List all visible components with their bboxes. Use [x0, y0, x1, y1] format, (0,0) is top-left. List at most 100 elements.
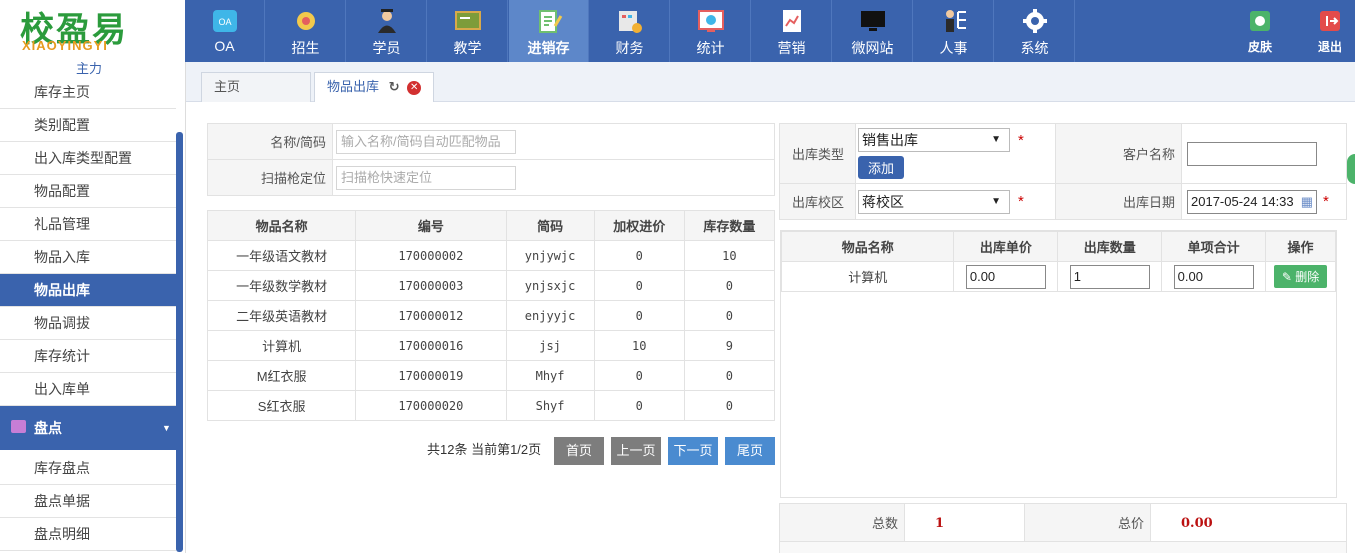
microsite-icon	[860, 11, 885, 31]
unit-price-input[interactable]: 0.00	[965, 264, 1046, 289]
prev-page-button[interactable]: 上一页	[611, 437, 661, 465]
table-cell: S红衣服	[206, 390, 357, 421]
nav-label: OA	[214, 38, 235, 54]
scan-label: 扫描枪定位	[207, 159, 333, 196]
campus-label: 出库校区	[779, 183, 856, 220]
table-row[interactable]: M红衣服 170000019 Mhyf 0 0	[206, 360, 776, 391]
table-cell: 0	[593, 240, 685, 271]
add-button[interactable]: 添加	[858, 156, 905, 179]
inventory-icon	[538, 10, 562, 33]
summary-row: 总数 1 总价 0.00	[779, 503, 1347, 542]
nav-finance[interactable]: 财务	[590, 0, 670, 62]
table-cell: 10	[683, 240, 776, 271]
nav-oa[interactable]: OA OA	[185, 0, 265, 62]
logout-icon	[1320, 11, 1340, 31]
table-cell: 170000003	[355, 270, 507, 301]
table-cell: 0	[593, 390, 685, 421]
column-header: 简码	[505, 210, 595, 241]
scan-input[interactable]: 扫描枪快速定位	[336, 165, 516, 190]
tab-goods-out[interactable]: 物品出库 ↻ ✕	[314, 72, 435, 103]
table-cell: enjyyjc	[505, 300, 595, 331]
nav-system[interactable]: 系统	[995, 0, 1075, 62]
nav-microsite[interactable]: 微网站	[833, 0, 913, 62]
sidebar-scrollbar[interactable]	[176, 132, 183, 552]
subtotal-input[interactable]: 0.00	[1173, 264, 1254, 289]
delete-button[interactable]: ✎ 删除	[1273, 265, 1328, 288]
table-row[interactable]: 一年级数学教材 170000003 ynjsxjc 0 0	[206, 270, 776, 301]
next-page-button[interactable]: 下一页	[668, 437, 718, 465]
table-cell: ynjsxjc	[505, 270, 595, 301]
nav-inventory[interactable]: 进销存	[509, 0, 589, 62]
outbound-form: 出库类型 销售出库 ▼ * 添加 客户名称 出库校区 蒋校区 ▼ * 出库日期	[779, 123, 1347, 220]
nav-label: 招生	[291, 40, 320, 56]
nav-enroll[interactable]: 招生	[266, 0, 346, 62]
sidebar-item-transfer[interactable]: 物品调拔	[0, 307, 176, 340]
tab-home[interactable]: 主页	[201, 72, 311, 102]
column-header: 单项合计	[1161, 231, 1267, 262]
side-float-tab[interactable]	[1347, 154, 1355, 184]
nav-label: 财务	[615, 40, 644, 56]
logout-label: 退出	[1317, 40, 1342, 54]
nav-label: 微网站	[851, 40, 894, 56]
campus-value: 蒋校区	[862, 193, 904, 210]
table-row[interactable]: 一年级语文教材 170000002 ynjywjc 0 10	[206, 240, 776, 271]
skin-button[interactable]: 皮肤	[1230, 0, 1290, 62]
top-nav-bar: 校盈易 XIAOYINGYI OA OA 招生 学员 教学 进销存 财务 统计 …	[0, 0, 1355, 62]
nav-label: 进销存	[527, 40, 570, 56]
close-icon[interactable]: ✕	[407, 80, 422, 95]
out-type-select[interactable]: 销售出库 ▼	[858, 128, 1010, 152]
table-cell: jsj	[505, 330, 595, 361]
table-cell: 0	[683, 300, 776, 331]
table-row[interactable]: 计算机 170000016 jsj 10 9	[206, 330, 776, 361]
name-search-input[interactable]: 输入名称/简码自动匹配物品	[336, 129, 516, 154]
table-row: 计算机 0.00 1 0.00 ✎ 删除	[780, 261, 1336, 292]
marketing-icon	[782, 10, 801, 32]
sidebar-item-check-docs[interactable]: 盘点单据	[0, 485, 176, 518]
sidebar-item-io-type[interactable]: 出入库类型配置	[0, 142, 176, 175]
count-label: 总数	[779, 503, 905, 542]
sidebar-item-stock-home[interactable]: 库存主页	[0, 76, 176, 109]
date-label: 出库日期	[1055, 183, 1182, 220]
skin-label: 皮肤	[1247, 40, 1272, 54]
sidebar-group-inventory-check[interactable]: 盘点 ▼	[0, 406, 176, 450]
nav-label: 学员	[372, 40, 401, 56]
table-row[interactable]: S红衣服 170000020 Shyf 0 0	[206, 390, 776, 421]
sidebar-item-goods-out[interactable]: 物品出库	[0, 274, 176, 307]
sidebar-item-category[interactable]: 类别配置	[0, 109, 176, 142]
pager-info: 共12条 当前第1/2页	[427, 442, 542, 457]
sidebar-item-goods-config[interactable]: 物品配置	[0, 175, 176, 208]
quantity-input[interactable]: 1	[1069, 264, 1150, 289]
outbound-items-panel: 物品名称 出库单价 出库数量 单项合计 操作 计算机 0.00 1 0.00 ✎…	[780, 230, 1337, 498]
customer-input[interactable]	[1187, 141, 1317, 166]
sidebar-item-io-list[interactable]: 出入库单	[0, 373, 176, 406]
sidebar-item-gift[interactable]: 礼品管理	[0, 208, 176, 241]
refresh-icon[interactable]: ↻	[389, 73, 400, 101]
calendar-icon[interactable]: ▦	[1301, 191, 1313, 213]
sidebar-top-partial: 主力	[76, 62, 103, 76]
date-input[interactable]: 2017-05-24 14:33 ▦	[1187, 189, 1317, 214]
column-header: 出库数量	[1057, 231, 1163, 262]
table-cell: 计算机	[780, 261, 955, 292]
sidebar-item-goods-in[interactable]: 物品入库	[0, 241, 176, 274]
brand-logo[interactable]: 校盈易 XIAOYINGYI	[0, 0, 185, 62]
nav-teaching[interactable]: 教学	[428, 0, 508, 62]
edit-pencil-icon: ✎	[1281, 270, 1292, 284]
nav-student[interactable]: 学员	[347, 0, 427, 62]
nav-marketing[interactable]: 营销	[752, 0, 832, 62]
nav-stats[interactable]: 统计	[671, 0, 751, 62]
tab-bar: 主页 物品出库 ↻ ✕	[186, 62, 1355, 103]
table-row[interactable]: 二年级英语教材 170000012 enjyyjc 0 0	[206, 300, 776, 331]
first-page-button[interactable]: 首页	[554, 437, 604, 465]
sidebar-item-stock-check[interactable]: 库存盘点	[0, 452, 176, 485]
last-page-button[interactable]: 尾页	[725, 437, 775, 465]
sidebar-item-stock-stats[interactable]: 库存统计	[0, 340, 176, 373]
sidebar-group-label: 盘点	[34, 420, 62, 436]
enroll-icon	[296, 12, 315, 30]
table-cell: 170000020	[355, 390, 507, 421]
logout-button[interactable]: 退出	[1300, 0, 1355, 62]
sidebar-item-check-detail[interactable]: 盘点明细	[0, 518, 176, 551]
total-price-label: 总价	[1024, 503, 1151, 542]
nav-hr[interactable]: 人事	[914, 0, 994, 62]
campus-select[interactable]: 蒋校区 ▼	[858, 189, 1010, 214]
column-header: 出库单价	[953, 231, 1059, 262]
